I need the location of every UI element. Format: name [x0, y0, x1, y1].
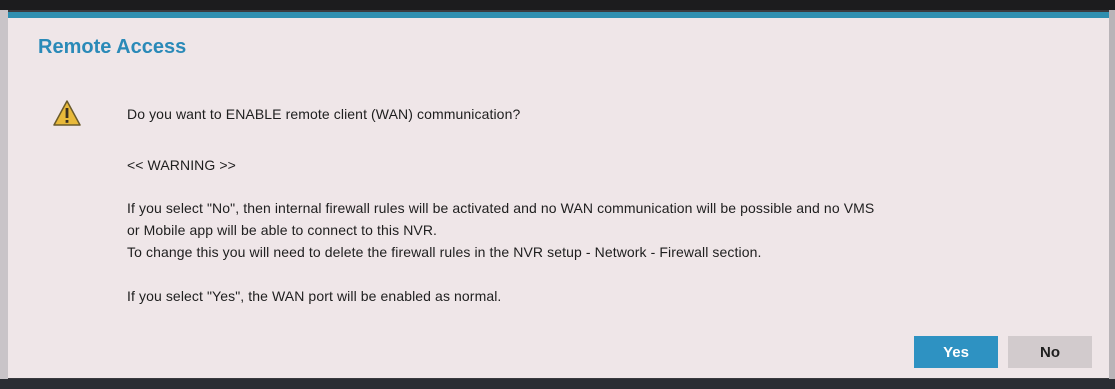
no-explanation-line-2: or Mobile app will be able to connect to… — [127, 222, 438, 238]
warning-heading: << WARNING >> — [127, 157, 236, 173]
no-explanation-line-1: If you select "No", then internal firewa… — [127, 200, 875, 216]
dialog-title: Remote Access — [38, 36, 187, 58]
warning-triangle-icon — [53, 100, 81, 126]
yes-explanation-text: If you select "Yes", the WAN port will b… — [127, 288, 502, 304]
remote-access-dialog: Remote Access Do you want to ENABLE remo… — [8, 12, 1109, 378]
change-instruction-text: To change this you will need to delete t… — [127, 244, 762, 260]
nvr-screen: Remote Access Do you want to ENABLE remo… — [0, 0, 1115, 389]
bottom-edge — [0, 379, 1115, 389]
background-window-right — [1109, 10, 1115, 380]
no-button[interactable]: No — [1008, 336, 1092, 368]
question-text: Do you want to ENABLE remote client (WAN… — [127, 106, 521, 122]
yes-button[interactable]: Yes — [914, 336, 998, 368]
top-edge — [0, 0, 1115, 10]
background-window-left — [0, 10, 8, 380]
